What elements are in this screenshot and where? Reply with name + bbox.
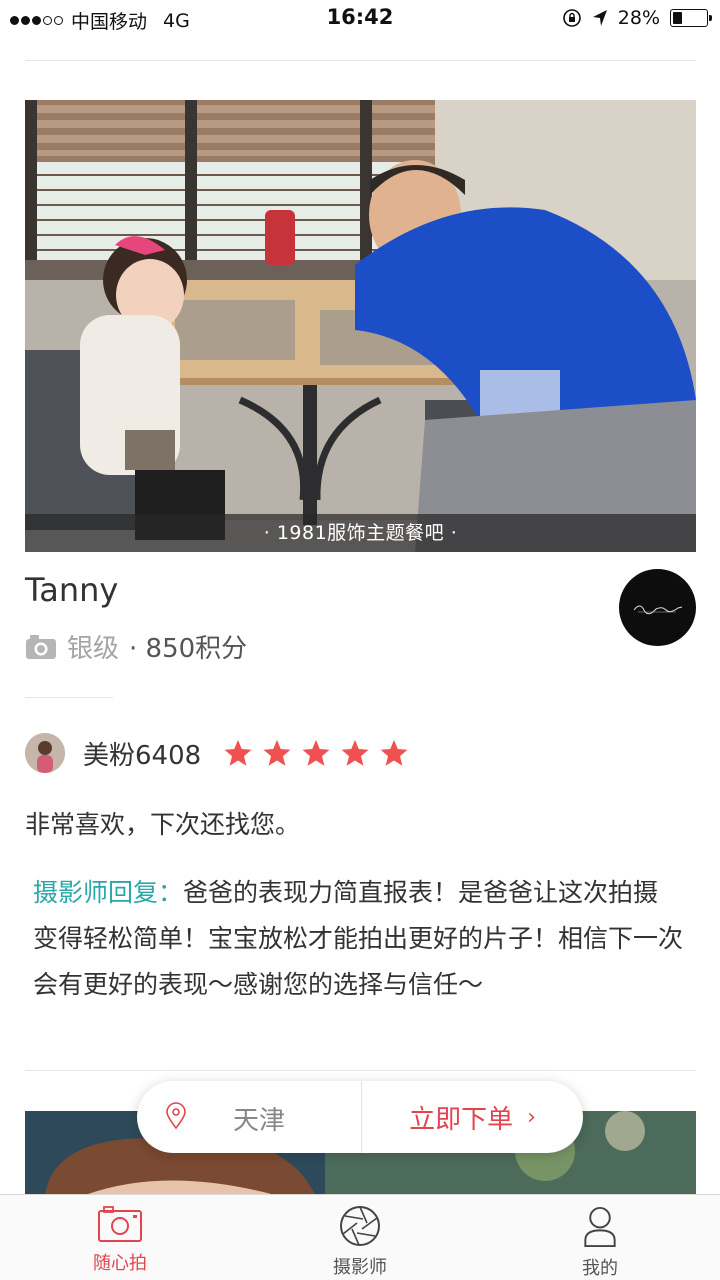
photographer-name[interactable]: Tanny [25,571,118,609]
star-icon [302,739,330,766]
battery-icon [670,9,712,27]
review-divider [25,1070,696,1071]
reviewer-avatar[interactable] [25,733,65,773]
status-right: 28% [562,7,712,29]
battery-percent: 28% [617,7,660,29]
photographer-avatar[interactable] [619,569,696,646]
order-action-bar: 天津 立即下单 › [137,1081,583,1153]
review-header: 美粉6408 [25,733,409,773]
tab-photographers[interactable]: 摄影师 [240,1195,480,1280]
photographer-cover-photo[interactable]: · 1981服饰主题餐吧 · [25,100,696,552]
location-pin-icon [166,1102,186,1130]
reply-label: 摄影师回复： [33,878,184,907]
star-icon [341,739,369,766]
camera-badge-icon [26,634,56,659]
tab-label: 摄影师 [333,1257,387,1278]
reviewer-name: 美粉6408 [83,740,202,771]
tab-suixinpai[interactable]: 随心拍 [0,1195,240,1280]
tab-label: 随心拍 [93,1253,147,1274]
chevron-right-icon: › [527,1104,536,1130]
city-name: 天津 [233,1106,286,1136]
tab-label: 我的 [582,1258,618,1279]
orientation-lock-icon [562,9,581,27]
camera-icon [98,1206,142,1242]
cover-photo-image [25,100,696,552]
star-icon [380,739,408,766]
photographer-points: · 850积分 [129,634,248,664]
photo-caption: · 1981服饰主题餐吧 · [25,514,696,552]
order-now-label: 立即下单 [409,1104,514,1135]
star-icon [263,739,291,766]
photographer-level-row: 银级 · 850积分 [25,628,247,665]
star-icon [224,739,252,766]
city-selector[interactable]: 天津 [137,1081,361,1153]
aperture-icon [340,1206,380,1246]
photographer-reply: 摄影师回复：爸爸的表现力简直报表！是爸爸让这次拍摄变得轻松简单！宝宝放松才能拍出… [33,870,683,1008]
status-bar: 中国移动 4G 16:42 28% [0,0,720,38]
photographer-level: 银级 [67,634,120,664]
location-arrow-icon [592,10,607,26]
review-text: 非常喜欢，下次还找您。 [25,810,301,839]
rating-stars [223,738,409,768]
order-now-button[interactable]: 立即下单 › [362,1081,583,1153]
bottom-tab-bar: 随心拍 摄影师 我的 [0,1194,720,1280]
info-divider [25,697,113,698]
reviewer-avatar-image [25,733,65,773]
tab-mine[interactable]: 我的 [480,1195,720,1280]
user-icon [584,1206,616,1248]
signature-logo [633,605,682,614]
top-divider [25,60,696,61]
